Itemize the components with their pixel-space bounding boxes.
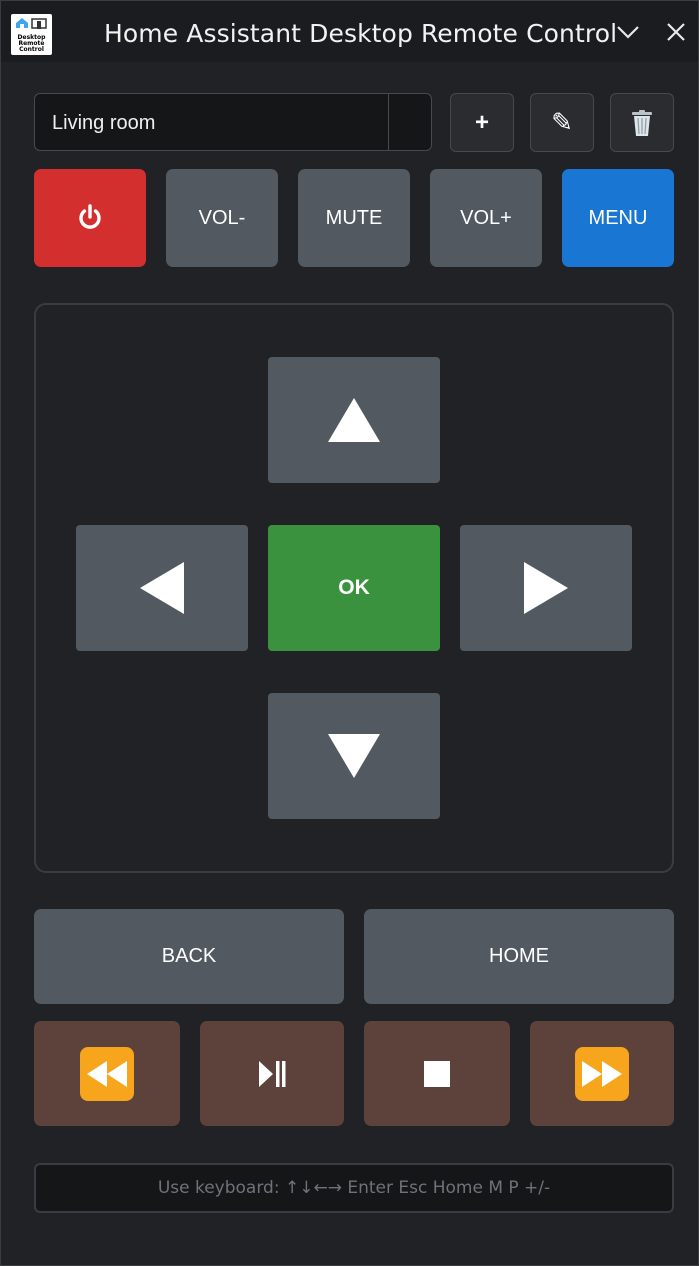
window-title: Home Assistant Desktop Remote Control (104, 19, 618, 48)
house-icon (16, 18, 28, 28)
home-button[interactable]: HOME (364, 909, 674, 1004)
play-pause-button[interactable] (200, 1021, 344, 1126)
edit-device-button[interactable]: ✎ (530, 93, 594, 152)
dpad-left-button[interactable] (76, 525, 248, 651)
device-select-value: Living room (52, 112, 156, 134)
mute-button[interactable]: MUTE (298, 169, 410, 267)
delete-device-button[interactable] (610, 93, 674, 152)
arrow-down-icon (328, 734, 380, 778)
menu-button[interactable]: MENU (562, 169, 674, 267)
chevron-down-icon (617, 26, 639, 39)
arrow-left-icon (140, 562, 184, 614)
remote-screen-icon (31, 18, 47, 29)
add-device-button[interactable]: + (450, 93, 514, 152)
keyboard-hint: Use keyboard: ↑↓←→ Enter Esc Home M P +/… (34, 1163, 674, 1213)
volume-down-button[interactable]: VOL- (166, 169, 278, 267)
dpad-down-button[interactable] (268, 693, 440, 819)
stop-button[interactable] (364, 1021, 510, 1126)
power-icon (79, 204, 101, 229)
app-window: Desktop Remote Control Home Assistant De… (0, 0, 699, 1266)
minimize-button[interactable] (615, 19, 641, 45)
dpad-ok-button[interactable]: OK (268, 525, 440, 651)
keyboard-hint-text: Use keyboard: ↑↓←→ Enter Esc Home M P +/… (157, 1178, 551, 1198)
device-select-dropdown[interactable] (388, 94, 431, 150)
fast-forward-icon (575, 1046, 629, 1101)
back-button[interactable]: BACK (34, 909, 344, 1004)
power-button[interactable] (34, 169, 146, 267)
trash-icon (632, 109, 652, 136)
dpad-panel: OK (34, 303, 674, 873)
stop-icon (424, 1060, 450, 1087)
arrow-right-icon (524, 562, 568, 614)
volume-up-button[interactable]: VOL+ (430, 169, 542, 267)
dpad-right-button[interactable] (460, 525, 632, 651)
dpad-up-button[interactable] (268, 357, 440, 483)
fast-forward-button[interactable] (530, 1021, 674, 1126)
arrow-up-icon (328, 398, 380, 442)
device-select[interactable]: Living room (34, 93, 432, 151)
app-logo: Desktop Remote Control (11, 14, 52, 55)
play-pause-icon (259, 1060, 286, 1087)
close-button[interactable] (663, 19, 689, 45)
close-icon (667, 23, 685, 41)
rewind-icon (80, 1046, 134, 1101)
logo-text: Desktop Remote Control (17, 34, 46, 53)
title-bar: Desktop Remote Control Home Assistant De… (1, 1, 698, 62)
rewind-button[interactable] (34, 1021, 180, 1126)
